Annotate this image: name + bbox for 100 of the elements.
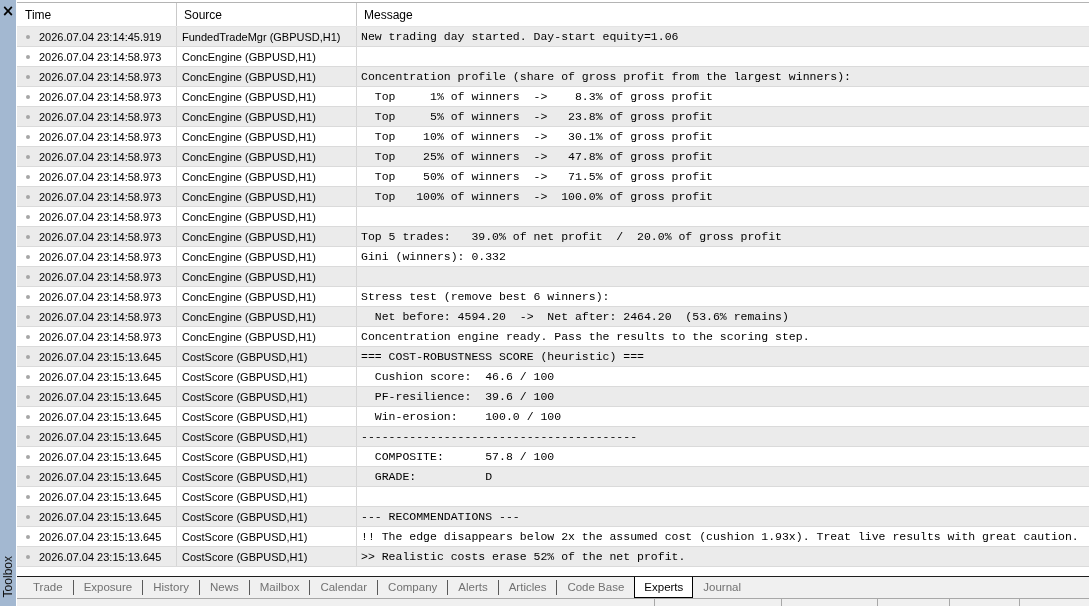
log-source: CostScore (GBPUSD,H1): [182, 470, 308, 483]
log-message: COMPOSITE: 57.8 / 100: [373, 450, 555, 463]
log-source: CostScore (GBPUSD,H1): [182, 370, 308, 383]
log-source: CostScore (GBPUSD,H1): [182, 490, 308, 503]
bullet-icon: [26, 94, 30, 99]
log-message: Top 10% of winners -> 30.1% of gross profit: [373, 130, 713, 143]
log-source: ConcEngine (GBPUSD,H1): [182, 150, 316, 163]
close-button[interactable]: ×: [2, 5, 14, 18]
log-message: Top 50% of winners -> 71.5% of gross profit: [373, 170, 713, 183]
bullet-icon: [26, 174, 30, 179]
tab[interactable]: Articles: [498, 577, 557, 597]
log-source: FundedTradeMgr (GBPUSD,H1): [182, 30, 341, 43]
tab[interactable]: Experts: [634, 577, 694, 598]
bullet-icon: [26, 154, 30, 159]
log-timestamp: 2026.07.04 23:14:58.973: [39, 210, 162, 223]
log-timestamp: 2026.07.04 23:15:13.645: [39, 350, 162, 363]
log-timestamp: 2026.07.04 23:15:13.645: [39, 470, 162, 483]
bullet-icon: [26, 374, 30, 379]
bullet-icon: [26, 494, 30, 499]
log-source: ConcEngine (GBPUSD,H1): [182, 330, 316, 343]
log-source: ConcEngine (GBPUSD,H1): [182, 50, 316, 63]
tab[interactable]: News: [200, 577, 249, 597]
log-timestamp: 2026.07.04 23:14:58.973: [39, 170, 162, 183]
log-source: ConcEngine (GBPUSD,H1): [182, 190, 316, 203]
log-timestamp: 2026.07.04 23:14:58.973: [39, 250, 162, 263]
log-source: CostScore (GBPUSD,H1): [182, 390, 308, 403]
log-timestamp: 2026.07.04 23:14:58.973: [39, 150, 162, 163]
tab[interactable]: Code Base: [557, 577, 635, 597]
log-source: CostScore (GBPUSD,H1): [182, 430, 308, 443]
tab[interactable]: Calendar: [310, 577, 378, 597]
log-timestamp: 2026.07.04 23:14:58.973: [39, 310, 162, 323]
log-source: ConcEngine (GBPUSD,H1): [182, 250, 316, 263]
log-message: New trading day started. Day-start equity=1.06: [361, 30, 679, 43]
log-source: CostScore (GBPUSD,H1): [182, 510, 308, 523]
bullet-icon: [26, 234, 30, 239]
log-timestamp: 2026.07.04 23:15:13.645: [39, 410, 162, 423]
log-message: Top 5% of winners -> 23.8% of gross profit: [373, 110, 713, 123]
log-message: Top 25% of winners -> 47.8% of gross profit: [373, 150, 713, 163]
bullet-icon: [26, 54, 30, 59]
log-message: Concentration engine ready. Pass the results to the scoring step.: [361, 330, 810, 343]
log-timestamp: 2026.07.04 23:14:45.919: [39, 30, 162, 43]
log-timestamp: 2026.07.04 23:15:13.645: [39, 390, 162, 403]
log-message: PF-resilience: 39.6 / 100: [373, 390, 555, 403]
tab[interactable]: Exposure: [73, 577, 143, 597]
log-message: >> Realistic costs erase 52% of the net profit.: [361, 550, 686, 563]
log-message: Concentration profile (share of gross profit from the largest winners):: [361, 70, 851, 83]
log-source: ConcEngine (GBPUSD,H1): [182, 270, 316, 283]
column-header[interactable]: Time: [17, 3, 177, 26]
log-message: GRADE: D: [373, 470, 493, 483]
log-message: Top 100% of winners -> 100.0% of gross profit: [373, 190, 713, 203]
bullet-icon: [26, 514, 30, 519]
log-timestamp: 2026.07.04 23:15:13.645: [39, 550, 162, 563]
bullet-icon: [26, 334, 30, 339]
bullet-icon: [26, 214, 30, 219]
log-source: ConcEngine (GBPUSD,H1): [182, 110, 316, 123]
bullet-icon: [26, 414, 30, 419]
log-source: CostScore (GBPUSD,H1): [182, 550, 308, 563]
column-header[interactable]: Message: [357, 3, 1089, 26]
log-message: Cushion score: 46.6 / 100: [373, 370, 555, 383]
log-message: Net before: 4594.20 -> Net after: 2464.20 (53.6% remains): [373, 310, 789, 323]
bullet-icon: [26, 74, 30, 79]
log-message: ----------------------------------------: [361, 430, 638, 443]
log-source: ConcEngine (GBPUSD,H1): [182, 310, 316, 323]
log-timestamp: 2026.07.04 23:15:13.645: [39, 490, 162, 503]
tab[interactable]: Company: [378, 577, 448, 597]
log-source: CostScore (GBPUSD,H1): [182, 450, 308, 463]
tab[interactable]: Trade: [23, 577, 73, 597]
log-timestamp: 2026.07.04 23:14:58.973: [39, 110, 162, 123]
bullet-icon: [26, 194, 30, 199]
log-source: CostScore (GBPUSD,H1): [182, 350, 308, 363]
log-timestamp: 2026.07.04 23:14:58.973: [39, 190, 162, 203]
tab[interactable]: History: [143, 577, 199, 597]
bullet-icon: [26, 314, 30, 319]
bullet-icon: [26, 434, 30, 439]
log-timestamp: 2026.07.04 23:14:58.973: [39, 230, 162, 243]
log-message: --- RECOMMENDATIONS ---: [361, 510, 520, 523]
log-timestamp: 2026.07.04 23:14:58.973: [39, 50, 162, 63]
tab[interactable]: Mailbox: [249, 577, 310, 597]
column-header[interactable]: Source: [177, 3, 357, 26]
log-timestamp: 2026.07.04 23:14:58.973: [39, 330, 162, 343]
tab[interactable]: Alerts: [448, 577, 498, 597]
tab[interactable]: Journal: [693, 577, 752, 597]
log-source: ConcEngine (GBPUSD,H1): [182, 130, 316, 143]
log-message: Gini (winners): 0.332: [361, 250, 506, 263]
log-timestamp: 2026.07.04 23:14:58.973: [39, 90, 162, 103]
bullet-icon: [26, 454, 30, 459]
log-source: ConcEngine (GBPUSD,H1): [182, 230, 316, 243]
log-timestamp: 2026.07.04 23:15:13.645: [39, 370, 162, 383]
log-source: ConcEngine (GBPUSD,H1): [182, 170, 316, 183]
log-source: CostScore (GBPUSD,H1): [182, 530, 308, 543]
log-timestamp: 2026.07.04 23:14:58.973: [39, 270, 162, 283]
log-timestamp: 2026.07.04 23:14:58.973: [39, 290, 162, 303]
bullet-icon: [26, 34, 30, 39]
log-message: !! The edge disappears below 2x the assumed cost (cushion 1.93x). Treat live results with great caution.: [361, 530, 1079, 543]
log-timestamp: 2026.07.04 23:14:58.973: [39, 70, 162, 83]
bullet-icon: [26, 254, 30, 259]
bullet-icon: [26, 554, 30, 559]
log-message: Win-erosion: 100.0 / 100: [373, 410, 562, 423]
log-message: Top 1% of winners -> 8.3% of gross profit: [373, 90, 713, 103]
bullet-icon: [26, 294, 30, 299]
